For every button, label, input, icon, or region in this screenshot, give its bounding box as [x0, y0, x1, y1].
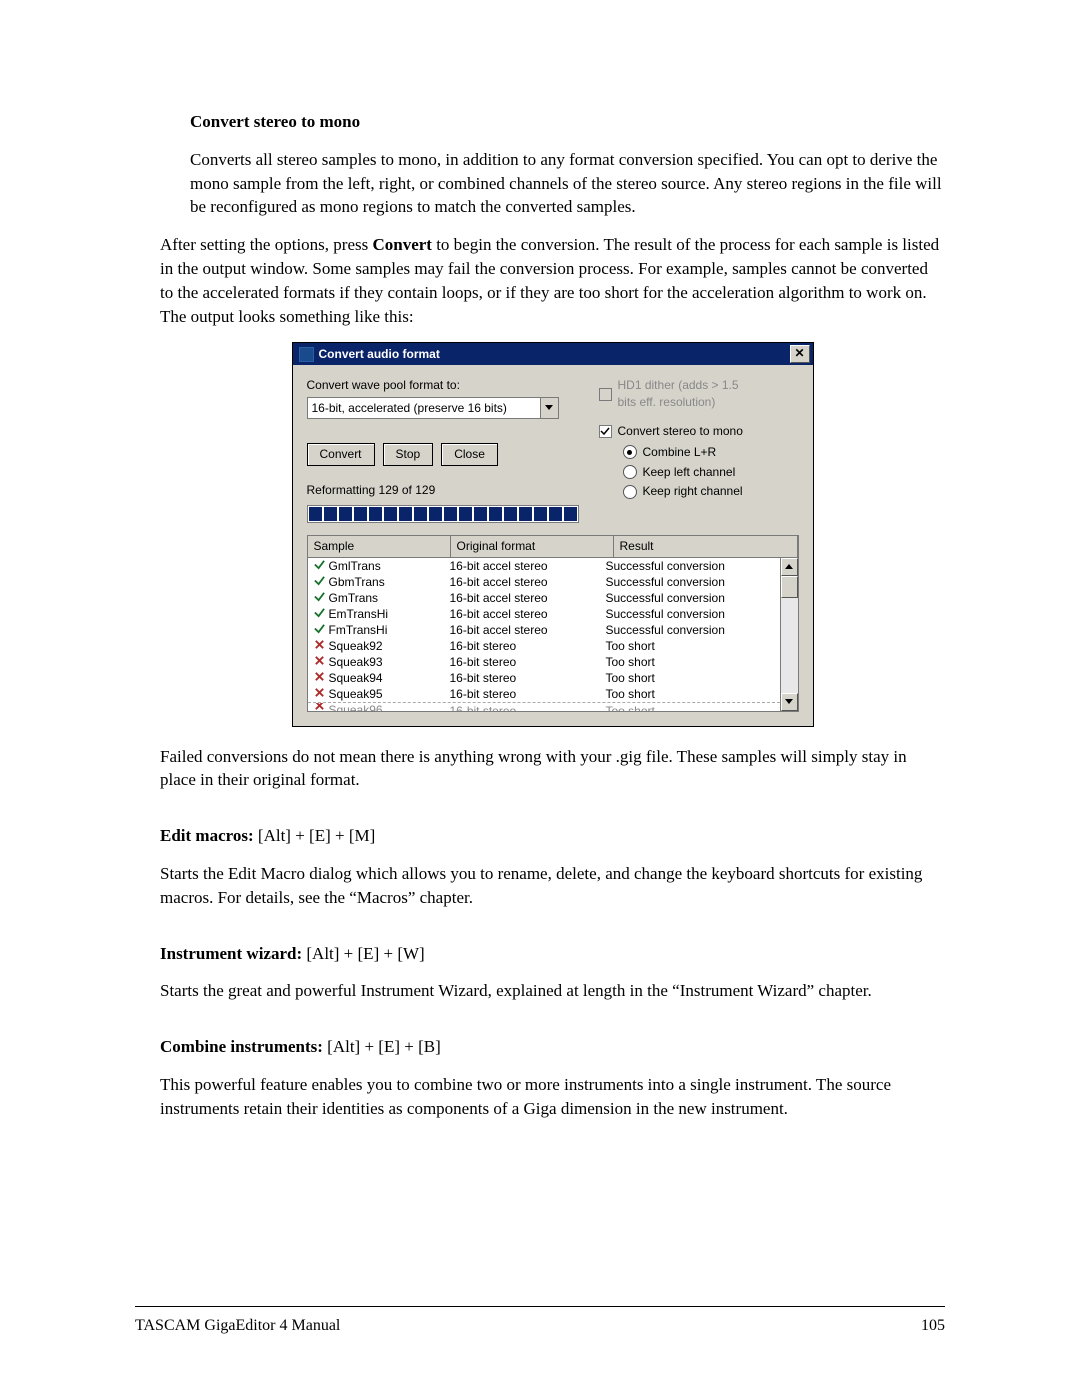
check-icon	[314, 590, 325, 606]
footer-page: 105	[921, 1315, 945, 1337]
table-row-partial: Squeak9616-bit stereoToo short	[308, 702, 780, 711]
x-icon	[314, 654, 325, 670]
close-icon[interactable]: ✕	[790, 345, 810, 363]
format-combobox[interactable]: 16-bit, accelerated (preserve 16 bits)	[307, 397, 559, 419]
col-orig-header[interactable]: Original format	[451, 536, 614, 557]
results-list: Sample Original format Result GmlTrans16…	[307, 535, 799, 712]
check-icon	[314, 606, 325, 622]
footer-left: TASCAM GigaEditor 4 Manual	[135, 1315, 340, 1337]
table-row[interactable]: EmTransHi16-bit accel stereoSuccessful c…	[308, 606, 780, 622]
col-sample-header[interactable]: Sample	[308, 536, 451, 557]
table-row[interactable]: GbmTrans16-bit accel stereoSuccessful co…	[308, 574, 780, 590]
combine-desc: This powerful feature enables you to com…	[160, 1073, 945, 1121]
radio-right[interactable]	[623, 485, 637, 499]
convert-button[interactable]: Convert	[307, 443, 375, 466]
radio-left-label: Keep left channel	[643, 464, 736, 481]
check-icon	[314, 622, 325, 638]
radio-right-label: Keep right channel	[643, 483, 743, 500]
after-setting-paragraph: After setting the options, press Convert…	[160, 233, 945, 328]
scroll-thumb[interactable]	[781, 576, 798, 598]
table-row[interactable]: Squeak9416-bit stereoToo short	[308, 670, 780, 686]
instrument-wizard-heading: Instrument wizard: [Alt] + [E] + [W]	[160, 942, 945, 966]
scroll-down-icon[interactable]	[781, 693, 798, 711]
x-icon	[314, 686, 325, 702]
convert-audio-dialog: Convert audio format ✕ Convert wave pool…	[292, 342, 814, 726]
progress-bar	[307, 505, 579, 523]
x-icon	[314, 670, 325, 686]
table-row[interactable]: FmTransHi16-bit accel stereoSuccessful c…	[308, 622, 780, 638]
stereo-label: Convert stereo to mono	[618, 423, 743, 440]
format-label: Convert wave pool format to:	[307, 377, 579, 394]
edit-macros-desc: Starts the Edit Macro dialog which allow…	[160, 862, 945, 910]
chevron-down-icon[interactable]	[540, 398, 558, 418]
format-value: 16-bit, accelerated (preserve 16 bits)	[308, 398, 540, 418]
dialog-title: Convert audio format	[319, 346, 790, 363]
stereo-desc: Converts all stereo samples to mono, in …	[190, 148, 945, 219]
x-icon	[314, 638, 325, 654]
hd1-label: HD1 dither (adds > 1.5bits eff. resoluti…	[618, 377, 739, 411]
scrollbar[interactable]	[780, 558, 798, 711]
app-icon	[299, 347, 314, 362]
x-icon	[314, 702, 325, 711]
radio-combine[interactable]	[623, 445, 637, 459]
table-row[interactable]: Squeak9516-bit stereoToo short	[308, 686, 780, 702]
check-icon	[314, 558, 325, 574]
check-icon	[314, 574, 325, 590]
radio-left[interactable]	[623, 465, 637, 479]
radio-combine-label: Combine L+R	[643, 444, 717, 461]
edit-macros-heading: Edit macros: [Alt] + [E] + [M]	[160, 824, 945, 848]
hd1-checkbox	[599, 388, 612, 401]
table-row[interactable]: Squeak9316-bit stereoToo short	[308, 654, 780, 670]
stereo-checkbox[interactable]	[599, 425, 612, 438]
dialog-titlebar: Convert audio format ✕	[293, 343, 813, 365]
failed-desc: Failed conversions do not mean there is …	[160, 745, 945, 793]
status-text: Reformatting 129 of 129	[307, 482, 579, 499]
scroll-up-icon[interactable]	[781, 558, 798, 576]
combine-heading: Combine instruments: [Alt] + [E] + [B]	[160, 1035, 945, 1059]
col-result-header[interactable]: Result	[614, 536, 798, 557]
table-row[interactable]: Squeak9216-bit stereoToo short	[308, 638, 780, 654]
close-button[interactable]: Close	[441, 443, 498, 466]
after-pre: After setting the options, press	[160, 235, 372, 254]
table-row[interactable]: GmTrans16-bit accel stereoSuccessful con…	[308, 590, 780, 606]
instrument-wizard-desc: Starts the great and powerful Instrument…	[160, 979, 945, 1003]
table-row[interactable]: GmlTrans16-bit accel stereoSuccessful co…	[308, 558, 780, 574]
stop-button[interactable]: Stop	[383, 443, 434, 466]
after-bold: Convert	[372, 235, 431, 254]
stereo-heading: Convert stereo to mono	[190, 110, 945, 134]
